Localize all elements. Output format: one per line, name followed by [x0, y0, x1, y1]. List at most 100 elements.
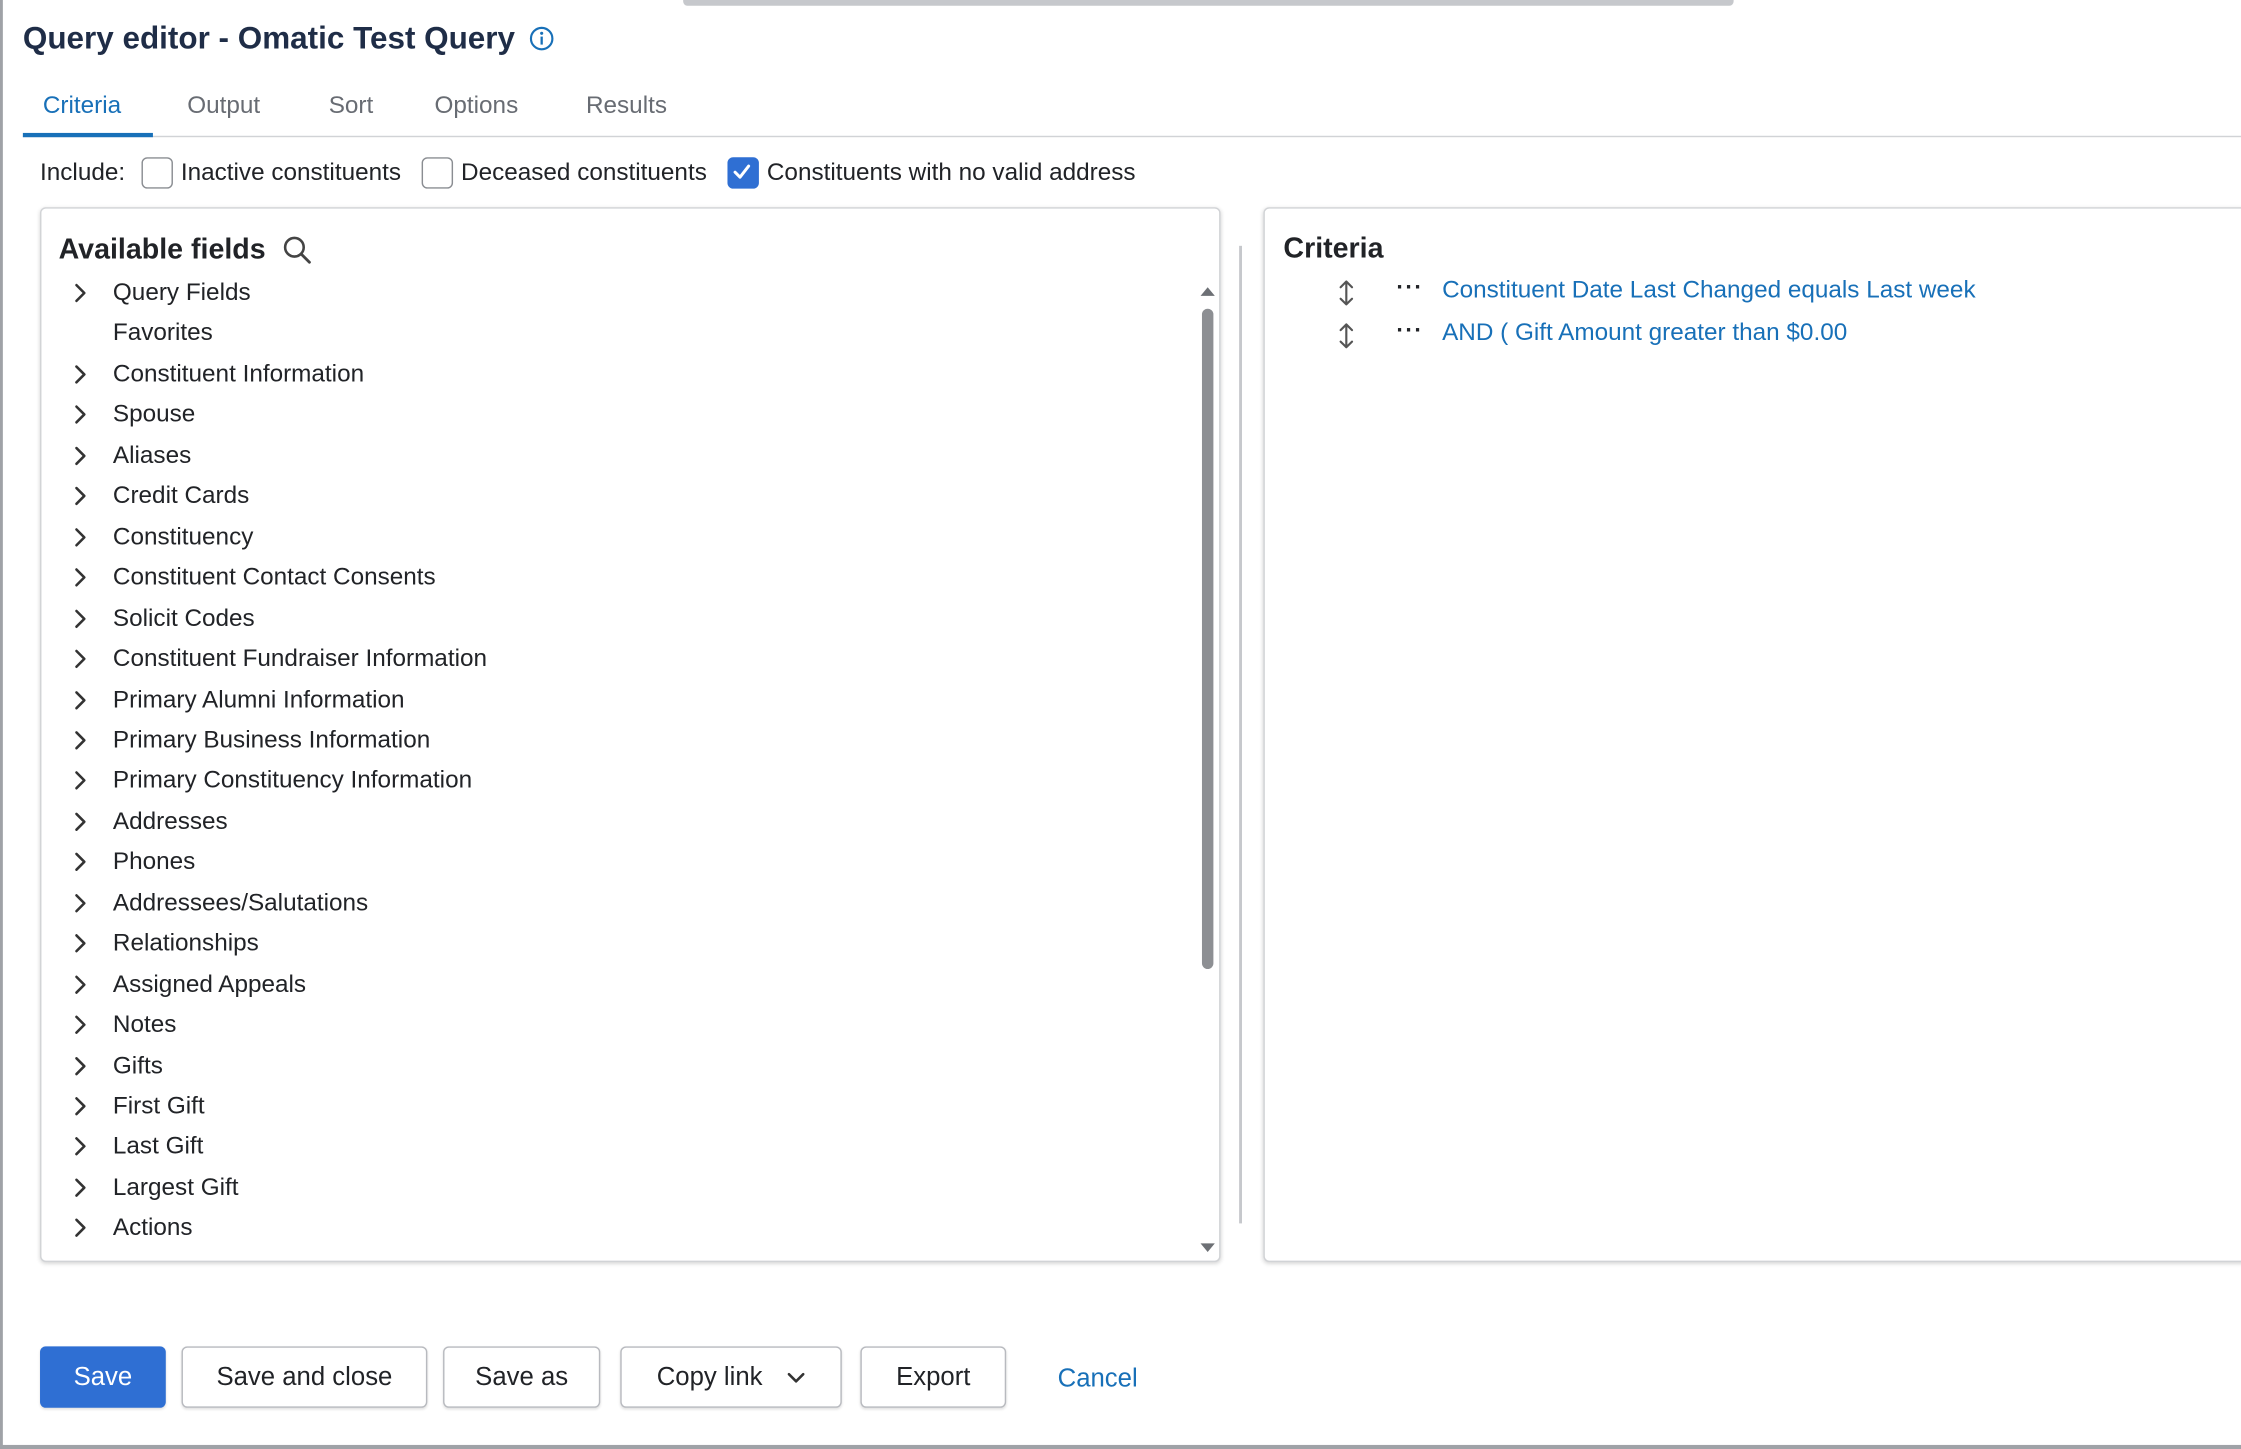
tab-sort[interactable]: Sort: [329, 91, 374, 120]
tree-item-label: Constituency: [112, 522, 254, 550]
tree-item[interactable]: Addressees/Salutations: [59, 884, 1174, 921]
criteria-heading: Criteria: [1283, 232, 1384, 265]
move-vertical-icon[interactable]: [1336, 322, 1356, 351]
chevron-right-icon[interactable]: [70, 974, 90, 994]
tree-item[interactable]: Query Fields: [59, 277, 1174, 311]
chevron-right-icon[interactable]: [70, 893, 90, 913]
tab-options[interactable]: Options: [434, 91, 518, 120]
tree-item[interactable]: Constituency: [59, 518, 1174, 555]
chevron-right-icon[interactable]: [70, 852, 90, 872]
inactive-constituents-checkbox[interactable]: [140, 157, 173, 189]
tree-item[interactable]: Largest Gift: [59, 1169, 1174, 1206]
chevron-right-icon[interactable]: [70, 771, 90, 791]
more-options-icon[interactable]: ···: [1396, 319, 1423, 345]
tab-results[interactable]: Results: [586, 91, 667, 120]
tab-bar-divider: [22, 135, 2241, 138]
chevron-right-icon[interactable]: [70, 608, 90, 628]
fields-scrollbar-thumb[interactable]: [1201, 308, 1214, 970]
no-valid-address-checkbox[interactable]: [726, 157, 759, 189]
tree-item-label: Largest Gift: [112, 1173, 239, 1201]
tree-item[interactable]: Credit Cards: [59, 478, 1174, 515]
chevron-right-icon[interactable]: [70, 486, 90, 506]
no-valid-address-label[interactable]: Constituents with no valid address: [767, 159, 1136, 188]
save-button[interactable]: Save: [40, 1346, 166, 1408]
save-as-button[interactable]: Save as: [443, 1346, 601, 1408]
tab-criteria[interactable]: Criteria: [43, 91, 121, 120]
chevron-right-icon[interactable]: [70, 1218, 90, 1238]
search-icon[interactable]: [282, 234, 313, 265]
criteria-link[interactable]: AND ( Gift Amount greater than $0.00: [1442, 319, 1847, 348]
cancel-button[interactable]: Cancel: [1058, 1363, 1138, 1393]
move-vertical-icon[interactable]: [1336, 279, 1356, 308]
window-drag-bar[interactable]: [683, 0, 1734, 6]
tree-item[interactable]: Primary Alumni Information: [59, 681, 1174, 718]
chevron-right-icon[interactable]: [70, 1015, 90, 1035]
tree-item[interactable]: Constituent Contact Consents: [59, 559, 1174, 596]
checkmark-icon: [732, 164, 750, 179]
tree-item[interactable]: Primary Constituency Information: [59, 762, 1174, 799]
active-tab-indicator: [22, 132, 153, 138]
fields-scrollbar[interactable]: [1198, 280, 1215, 1258]
available-fields-tree: Query Fields Favorites Constituent Informa…: [59, 277, 1188, 1257]
chevron-right-icon[interactable]: [70, 1056, 90, 1076]
chevron-right-icon[interactable]: [70, 812, 90, 832]
chevron-right-icon[interactable]: [70, 446, 90, 466]
copy-link-button[interactable]: Copy link: [620, 1346, 842, 1408]
tree-item[interactable]: Relationships: [59, 925, 1174, 962]
chevron-right-icon[interactable]: [70, 1178, 90, 1198]
tree-item[interactable]: Favorites: [59, 315, 1174, 352]
tree-item-label: Last Gift: [112, 1132, 204, 1160]
deceased-constituents-label[interactable]: Deceased constituents: [461, 159, 707, 188]
chevron-right-icon[interactable]: [70, 568, 90, 588]
tree-item[interactable]: Spouse: [59, 396, 1174, 433]
chevron-right-icon[interactable]: [70, 1137, 90, 1157]
tree-item-label: Assigned Appeals: [112, 969, 307, 998]
tree-item[interactable]: Actions: [59, 1210, 1174, 1247]
tree-item[interactable]: Last Gift: [59, 1128, 1174, 1165]
tree-item-label: Primary Business Information: [112, 725, 431, 754]
tree-item-label: Constituent Contact Consents: [112, 563, 436, 591]
tree-item-label: Addressees/Salutations: [112, 888, 369, 916]
tree-item[interactable]: Gifts: [59, 1047, 1174, 1084]
tree-item[interactable]: Addresses: [59, 803, 1174, 840]
tree-item-label: Relationships: [112, 929, 259, 957]
export-button[interactable]: Export: [860, 1346, 1007, 1408]
criteria-link[interactable]: Constituent Date Last Changed equals Las…: [1442, 276, 1976, 305]
chevron-right-icon[interactable]: [70, 364, 90, 384]
tree-item[interactable]: Aliases: [59, 437, 1174, 474]
chevron-right-icon[interactable]: [70, 1096, 90, 1116]
scroll-down-arrow-icon[interactable]: [1199, 1242, 1216, 1256]
available-fields-panel: Available fields Query Fields Favorites Co…: [40, 207, 1221, 1262]
page-title: Query editor - Omatic Test Query: [23, 20, 555, 57]
tree-item[interactable]: First Gift: [59, 1088, 1174, 1125]
more-options-icon[interactable]: ···: [1396, 276, 1423, 302]
chevron-right-icon[interactable]: [70, 690, 90, 710]
deceased-constituents-checkbox[interactable]: [421, 157, 453, 189]
chevron-down-icon: [786, 1372, 804, 1382]
info-icon[interactable]: [529, 26, 555, 52]
inactive-constituents-label[interactable]: Inactive constituents: [181, 159, 401, 188]
panel-splitter[interactable]: [1239, 245, 1242, 1224]
tree-item[interactable]: Constituent Information: [59, 356, 1174, 393]
chevron-right-icon[interactable]: [70, 405, 90, 425]
tree-item[interactable]: Solicit Codes: [59, 600, 1174, 637]
chevron-right-icon[interactable]: [70, 649, 90, 669]
chevron-right-icon[interactable]: [70, 527, 90, 547]
save-and-close-button[interactable]: Save and close: [181, 1346, 428, 1408]
chevron-right-icon[interactable]: [70, 730, 90, 750]
available-fields-heading: Available fields: [58, 234, 266, 266]
tree-item[interactable]: Constituent Fundraiser Information: [59, 640, 1174, 677]
tree-item-label: Constituent Fundraiser Information: [112, 644, 488, 672]
criteria-panel: Criteria ··· Constituent Date Last Chang…: [1263, 207, 2241, 1262]
tab-output[interactable]: Output: [187, 91, 260, 120]
scroll-up-arrow-icon[interactable]: [1199, 283, 1216, 297]
chevron-right-icon[interactable]: [70, 283, 90, 303]
window-frame-bottom: [0, 1444, 2241, 1449]
tree-item[interactable]: Assigned Appeals: [59, 966, 1174, 1003]
tree-item[interactable]: Primary Business Information: [59, 722, 1174, 759]
tree-item[interactable]: Phones: [59, 844, 1174, 881]
window-frame-left: [0, 0, 3, 1449]
tree-item-label: Phones: [112, 847, 196, 876]
chevron-right-icon[interactable]: [70, 934, 90, 954]
tree-item[interactable]: Notes: [59, 1006, 1174, 1043]
